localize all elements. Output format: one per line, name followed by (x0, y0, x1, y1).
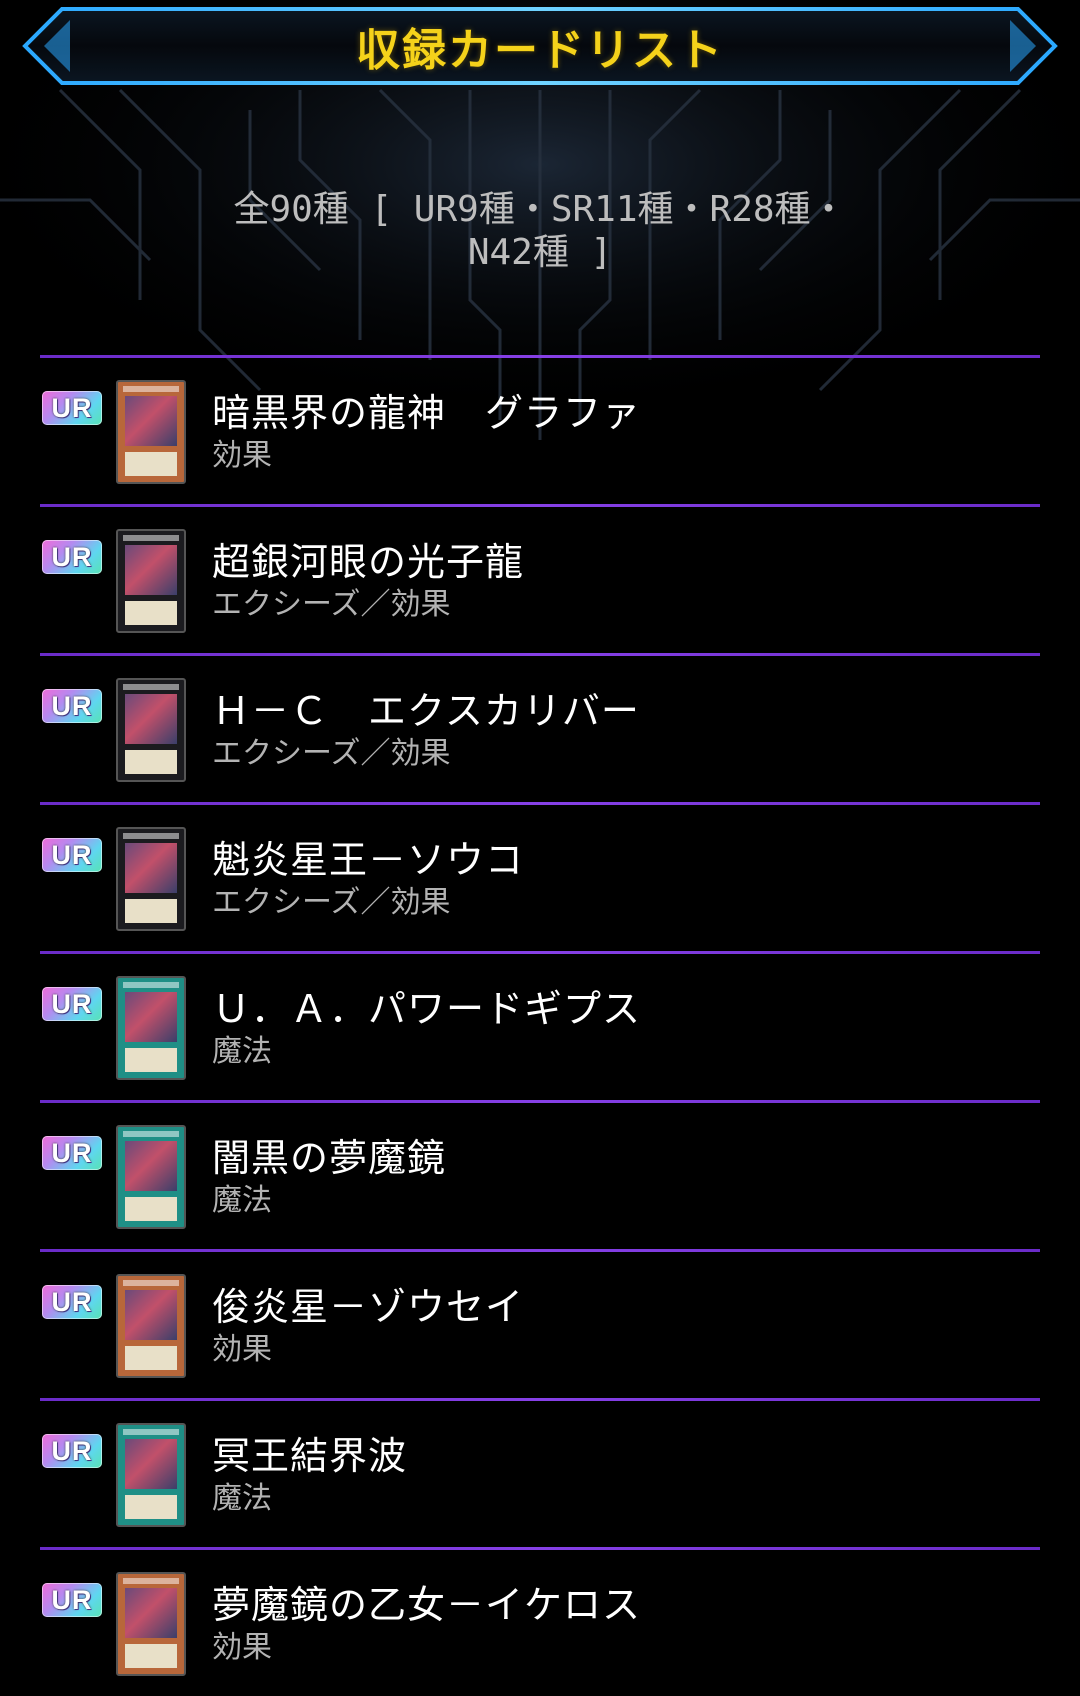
card-type: エクシーズ／効果 (212, 587, 451, 622)
card-type: 効果 (212, 438, 272, 473)
card-list: UR 暗黒界の龍神 グラファ 効果 UR 超銀河眼の光子龍 エクシーズ／効果 UR Ｈ－Ｃ エ… (40, 355, 1040, 1696)
card-art (125, 396, 177, 446)
card-thumbnail[interactable] (116, 1423, 186, 1527)
card-text-box (125, 452, 177, 476)
rarity-label: UR (51, 1584, 93, 1615)
card-name: 魁炎星王－ソウコ (212, 838, 525, 882)
rarity-badge: UR (42, 1285, 102, 1319)
card-name-strip (123, 1280, 179, 1286)
card-list-item[interactable]: UR 暗黒界の龍神 グラファ 効果 (40, 358, 1040, 504)
card-text-box (125, 750, 177, 774)
card-name: 超銀河眼の光子龍 (212, 540, 525, 584)
header-banner: 収録カードリスト (22, 6, 1058, 86)
card-text-box (125, 1197, 177, 1221)
card-type: 効果 (212, 1630, 272, 1665)
card-thumbnail[interactable] (116, 529, 186, 633)
card-list-item[interactable]: UR 超銀河眼の光子龍 エクシーズ／効果 (40, 507, 1040, 653)
card-name-strip (123, 1578, 179, 1584)
rarity-badge: UR (42, 838, 102, 872)
card-art (125, 545, 177, 595)
summary-line-1: 全90種 [ UR9種・SR11種・R28種・ (233, 189, 847, 230)
card-text-box (125, 601, 177, 625)
rarity-label: UR (51, 690, 93, 721)
rarity-badge: UR (42, 540, 102, 574)
card-thumbnail[interactable] (116, 827, 186, 931)
card-count-summary: 全90種 [ UR9種・SR11種・R28種・ N42種 ] (0, 188, 1080, 274)
card-type: 効果 (212, 1332, 272, 1367)
card-list-item[interactable]: UR Ｕ．Ａ．パワードギプス 魔法 (40, 954, 1040, 1100)
card-name: 俊炎星－ゾウセイ (212, 1285, 525, 1329)
rarity-badge: UR (42, 689, 102, 723)
card-text-box (125, 899, 177, 923)
card-name-strip (123, 1429, 179, 1435)
rarity-badge: UR (42, 987, 102, 1021)
rarity-label: UR (51, 839, 93, 870)
card-list-item[interactable]: UR 闇黒の夢魔鏡 魔法 (40, 1103, 1040, 1249)
card-name: 冥王結界波 (212, 1434, 408, 1478)
card-text-box (125, 1495, 177, 1519)
card-art (125, 843, 177, 893)
card-list-item[interactable]: UR 夢魔鏡の乙女－イケロス 効果 (40, 1550, 1040, 1696)
card-name: 闇黒の夢魔鏡 (212, 1136, 447, 1180)
rarity-label: UR (51, 1137, 93, 1168)
rarity-label: UR (51, 988, 93, 1019)
card-art (125, 1588, 177, 1638)
card-name-strip (123, 833, 179, 839)
card-type: エクシーズ／効果 (212, 736, 451, 771)
card-art (125, 694, 177, 744)
card-type: 魔法 (212, 1183, 272, 1218)
card-name-strip (123, 386, 179, 392)
rarity-badge: UR (42, 1136, 102, 1170)
rarity-badge: UR (42, 1583, 102, 1617)
card-text-box (125, 1048, 177, 1072)
rarity-label: UR (51, 1435, 93, 1466)
card-type: 魔法 (212, 1034, 272, 1069)
rarity-label: UR (51, 1286, 93, 1317)
card-name-strip (123, 1131, 179, 1137)
card-thumbnail[interactable] (116, 1572, 186, 1676)
card-type: 魔法 (212, 1481, 272, 1516)
page-title: 収録カードリスト (356, 25, 724, 76)
card-text-box (125, 1346, 177, 1370)
card-name-strip (123, 684, 179, 690)
rarity-badge: UR (42, 1434, 102, 1468)
rarity-label: UR (51, 541, 93, 572)
card-art (125, 992, 177, 1042)
card-list-item[interactable]: UR 俊炎星－ゾウセイ 効果 (40, 1252, 1040, 1398)
card-list-item[interactable]: UR Ｈ－Ｃ エクスカリバー エクシーズ／効果 (40, 656, 1040, 802)
card-type: エクシーズ／効果 (212, 885, 451, 920)
rarity-badge: UR (42, 391, 102, 425)
card-thumbnail[interactable] (116, 678, 186, 782)
card-list-item[interactable]: UR 魁炎星王－ソウコ エクシーズ／効果 (40, 805, 1040, 951)
card-name: 暗黒界の龍神 グラファ (212, 391, 642, 435)
card-thumbnail[interactable] (116, 380, 186, 484)
summary-line-2: N42種 ] (467, 232, 613, 273)
card-thumbnail[interactable] (116, 1125, 186, 1229)
card-name: 夢魔鏡の乙女－イケロス (212, 1583, 642, 1627)
card-name: Ｈ－Ｃ エクスカリバー (212, 689, 640, 733)
card-art (125, 1141, 177, 1191)
card-name-strip (123, 982, 179, 988)
card-text-box (125, 1644, 177, 1668)
rarity-label: UR (51, 392, 93, 423)
card-thumbnail[interactable] (116, 976, 186, 1080)
card-art (125, 1290, 177, 1340)
card-list-item[interactable]: UR 冥王結界波 魔法 (40, 1401, 1040, 1547)
card-name: Ｕ．Ａ．パワードギプス (212, 987, 642, 1031)
card-name-strip (123, 535, 179, 541)
card-art (125, 1439, 177, 1489)
card-thumbnail[interactable] (116, 1274, 186, 1378)
